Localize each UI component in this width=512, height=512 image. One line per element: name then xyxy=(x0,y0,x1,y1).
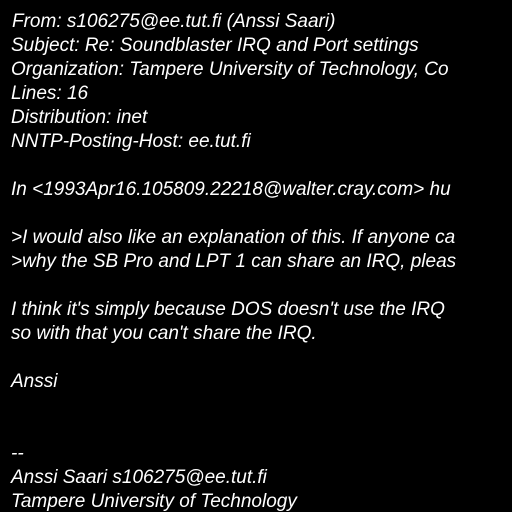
body-reply-line: so with that you can't share the IRQ. xyxy=(11,323,317,344)
signature-separator: -- xyxy=(11,443,24,464)
body-attribution: In <1993Apr16.105809.22218@walter.cray.c… xyxy=(11,179,451,200)
signature-affiliation: Tampere University of Technology xyxy=(11,491,297,512)
body-quote-line: >I would also like an explanation of thi… xyxy=(11,227,456,248)
header-nntp-posting-host: NNTP-Posting-Host: ee.tut.fi xyxy=(11,131,251,152)
header-from: From: s106275@ee.tut.fi (Anssi Saari) xyxy=(12,11,336,32)
body-quote-line: >why the SB Pro and LPT 1 can share an I… xyxy=(11,251,457,272)
header-distribution: Distribution: inet xyxy=(11,107,148,128)
email-message-view: From: s106275@ee.tut.fi (Anssi Saari) Su… xyxy=(0,0,512,512)
signature-name-email: Anssi Saari s106275@ee.tut.fi xyxy=(11,467,267,488)
body-sign-off: Anssi xyxy=(11,371,58,392)
header-organization: Organization: Tampere University of Tech… xyxy=(11,59,449,80)
body-reply-line: I think it's simply because DOS doesn't … xyxy=(11,299,445,320)
header-subject: Subject: Re: Soundblaster IRQ and Port s… xyxy=(11,35,419,56)
header-lines: Lines: 16 xyxy=(11,83,89,104)
